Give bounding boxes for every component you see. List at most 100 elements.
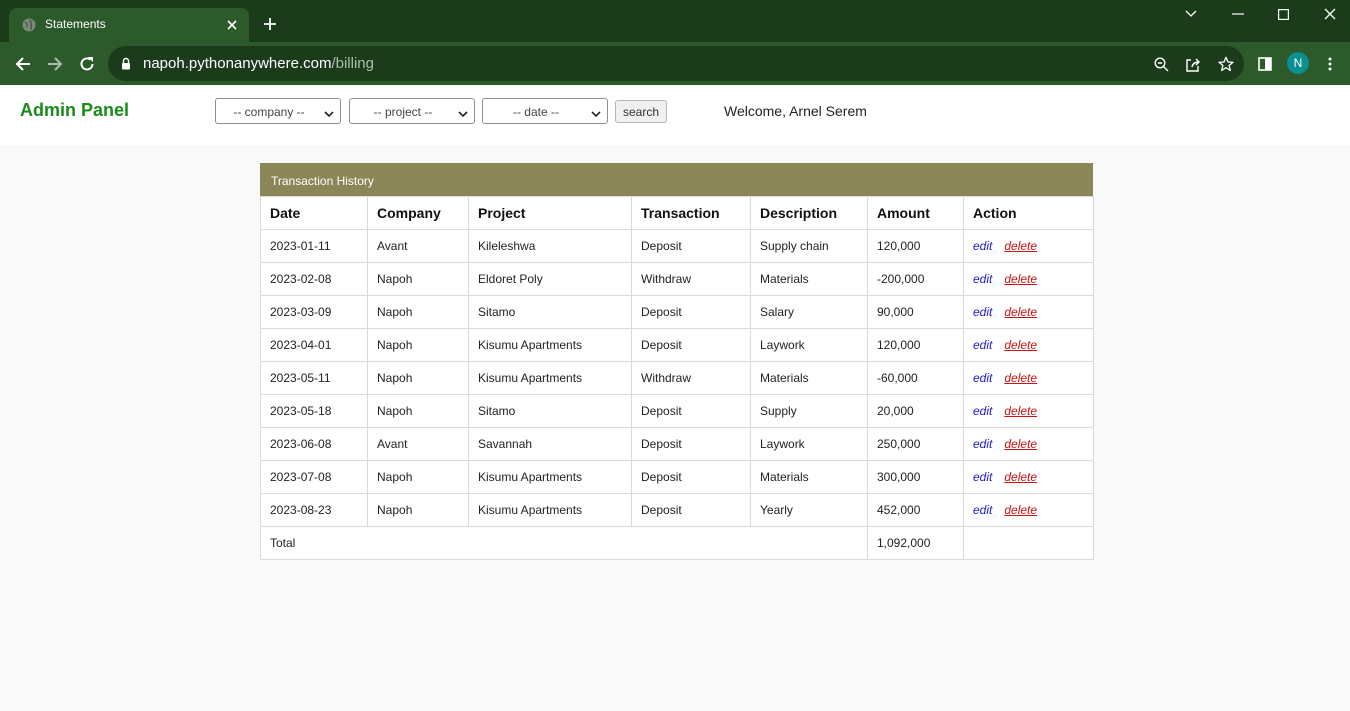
welcome-text: Welcome, Arnel Serem <box>724 103 867 119</box>
cell-transaction: Withdraw <box>631 262 751 296</box>
plus-icon[interactable] <box>260 14 280 34</box>
table-row: 2023-05-11 Napoh Kisumu Apartments Withdraw… <box>260 361 1094 395</box>
cell-description: Laywork <box>750 427 868 461</box>
delete-link[interactable]: delete <box>1004 503 1037 517</box>
cell-action: edit delete <box>963 361 1094 395</box>
cell-amount: 250,000 <box>867 427 964 461</box>
cell-action: edit delete <box>963 229 1094 263</box>
edit-link[interactable]: edit <box>973 371 992 385</box>
column-header-company: Company <box>367 196 469 230</box>
cell-amount: 300,000 <box>867 460 964 494</box>
delete-link[interactable]: delete <box>1004 305 1037 319</box>
cell-project: Kisumu Apartments <box>468 328 632 362</box>
url-path: /billing <box>331 55 374 72</box>
star-icon[interactable] <box>1215 53 1237 75</box>
table-total-row: Total 1,092,000 <box>260 526 1094 560</box>
table-row: 2023-06-08 Avant Savannah Deposit Laywork 250… <box>260 427 1094 461</box>
edit-link[interactable]: edit <box>973 470 992 484</box>
cell-project: Kisumu Apartments <box>468 493 632 527</box>
transaction-history-panel: Transaction History Date Company Project… <box>260 163 1094 560</box>
back-arrow-icon[interactable] <box>11 52 35 76</box>
delete-link[interactable]: delete <box>1004 272 1037 286</box>
forward-arrow-icon[interactable] <box>43 52 67 76</box>
window-close-icon[interactable] <box>1320 4 1340 24</box>
cell-date: 2023-05-11 <box>260 361 368 395</box>
company-select[interactable]: -- company -- <box>215 98 341 124</box>
reload-icon[interactable] <box>75 52 99 76</box>
cell-transaction: Deposit <box>631 394 751 428</box>
chevron-down-icon <box>324 107 334 121</box>
cell-amount: 120,000 <box>867 229 964 263</box>
column-header-action: Action <box>963 196 1094 230</box>
cell-description: Salary <box>750 295 868 329</box>
column-header-date: Date <box>260 196 368 230</box>
total-action-cell <box>963 526 1094 560</box>
tab-title: Statements <box>45 17 106 31</box>
cell-transaction: Withdraw <box>631 361 751 395</box>
cell-description: Materials <box>750 361 868 395</box>
table-body: 2023-01-11 Avant Kileleshwa Deposit Supply c… <box>260 229 1094 527</box>
cell-date: 2023-08-23 <box>260 493 368 527</box>
table-row: 2023-03-09 Napoh Sitamo Deposit Salary 90,000… <box>260 295 1094 329</box>
browser-tab[interactable]: Statements <box>9 8 249 42</box>
cell-project: Sitamo <box>468 295 632 329</box>
edit-link[interactable]: edit <box>973 437 992 451</box>
cell-date: 2023-02-08 <box>260 262 368 296</box>
edit-link[interactable]: edit <box>973 404 992 418</box>
column-header-project: Project <box>468 196 632 230</box>
delete-link[interactable]: delete <box>1004 404 1037 418</box>
edit-link[interactable]: edit <box>973 305 992 319</box>
table-row: 2023-08-23 Napoh Kisumu Apartments Deposit Y… <box>260 493 1094 527</box>
delete-link[interactable]: delete <box>1004 470 1037 484</box>
lock-icon <box>121 57 131 75</box>
project-select[interactable]: -- project -- <box>349 98 475 124</box>
side-panel-icon[interactable] <box>1253 52 1277 76</box>
cell-action: edit delete <box>963 427 1094 461</box>
delete-link[interactable]: delete <box>1004 371 1037 385</box>
edit-link[interactable]: edit <box>973 239 992 253</box>
cell-company: Avant <box>367 427 469 461</box>
company-select-value: -- company -- <box>233 105 305 119</box>
date-select[interactable]: -- date -- <box>482 98 608 124</box>
zoom-icon[interactable] <box>1150 53 1172 75</box>
edit-link[interactable]: edit <box>973 503 992 517</box>
table-caption: Transaction History <box>260 163 1093 196</box>
search-button[interactable]: search <box>615 100 667 123</box>
cell-action: edit delete <box>963 394 1094 428</box>
url-host: napoh.pythonanywhere.com <box>143 55 332 72</box>
cell-amount: -60,000 <box>867 361 964 395</box>
cell-description: Supply chain <box>750 229 868 263</box>
cell-company: Napoh <box>367 361 469 395</box>
cell-action: edit delete <box>963 460 1094 494</box>
project-select-value: -- project -- <box>373 105 433 119</box>
page-header: Admin Panel -- company -- -- project -- … <box>0 85 1350 145</box>
table-row: 2023-01-11 Avant Kileleshwa Deposit Supply c… <box>260 229 1094 263</box>
edit-link[interactable]: edit <box>973 272 992 286</box>
delete-link[interactable]: delete <box>1004 338 1037 352</box>
profile-avatar[interactable]: N <box>1287 52 1309 74</box>
total-amount: 1,092,000 <box>867 526 964 560</box>
cell-date: 2023-01-11 <box>260 229 368 263</box>
address-bar[interactable]: napoh.pythonanywhere.com/billing <box>108 46 1244 81</box>
cell-project: Sitamo <box>468 394 632 428</box>
cell-project: Eldoret Poly <box>468 262 632 296</box>
cell-project: Kisumu Apartments <box>468 460 632 494</box>
chevron-down-icon[interactable] <box>1181 4 1201 24</box>
cell-transaction: Deposit <box>631 295 751 329</box>
cell-date: 2023-04-01 <box>260 328 368 362</box>
cell-transaction: Deposit <box>631 229 751 263</box>
delete-link[interactable]: delete <box>1004 239 1037 253</box>
edit-link[interactable]: edit <box>973 338 992 352</box>
cell-company: Napoh <box>367 262 469 296</box>
cell-company: Napoh <box>367 328 469 362</box>
minimize-icon[interactable] <box>1228 4 1248 24</box>
maximize-icon[interactable] <box>1273 4 1293 24</box>
table-header-row: Date Company Project Transaction Descrip… <box>260 196 1094 230</box>
cell-action: edit delete <box>963 493 1094 527</box>
share-icon[interactable] <box>1182 53 1204 75</box>
close-icon[interactable] <box>222 15 242 35</box>
cell-transaction: Deposit <box>631 493 751 527</box>
kebab-menu-icon[interactable] <box>1318 52 1342 76</box>
delete-link[interactable]: delete <box>1004 437 1037 451</box>
cell-company: Napoh <box>367 394 469 428</box>
